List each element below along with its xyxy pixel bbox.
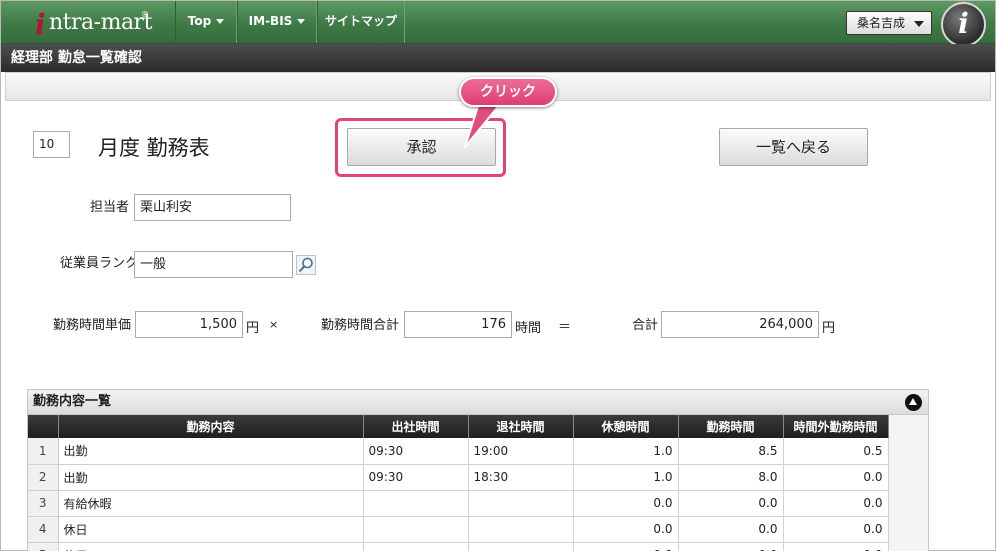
check-out-cell: 19:00 [468,438,574,465]
overtime-cell: 0.0 [783,542,889,551]
row-number: 5 [28,542,59,551]
total-label: 合計 [632,318,659,333]
column-header[interactable]: 退社時間 [468,415,574,438]
unit-price-label: 勤務時間単価 [53,318,132,333]
table-row[interactable]: 2 出勤 09:30 18:30 1.0 8.0 0.0 [28,464,889,491]
row-number: 4 [28,516,59,543]
hours-total-field[interactable]: 176 [404,311,512,338]
panel-title: 勤務内容一覧 [28,390,928,415]
break-cell: 1.0 [573,438,679,465]
sheet-heading: 月度 勤務表 [98,136,210,160]
table-row[interactable]: 5 休日 0.0 0.0 0.0 [28,542,889,551]
check-in-cell [363,490,469,517]
check-in-cell [363,542,469,551]
check-out-cell [468,516,574,543]
overtime-cell: 0.0 [783,464,889,491]
callout-pointer [464,102,502,148]
unit-price-unit: 円 [246,321,260,336]
chevron-down-icon [216,19,225,24]
work-details-panel: 勤務内容一覧 勤務内容 出社時間 退社時間 休憩時間 勤務時間 時間外勤務時間 … [27,389,929,551]
person-label: 担当者 [90,200,130,215]
check-in-cell: 09:30 [363,464,469,491]
work-details-table: 勤務内容 出社時間 退社時間 休憩時間 勤務時間 時間外勤務時間 1 出勤 09… [28,415,889,551]
check-in-cell: 09:30 [363,438,469,465]
logo-i: i [35,8,46,41]
row-number: 1 [28,438,59,465]
column-header[interactable]: 勤務時間 [678,415,784,438]
work-type-cell: 休日 [58,516,364,543]
break-cell: 0.0 [573,542,679,551]
rank-field[interactable]: 一般 [134,251,293,278]
search-icon[interactable] [296,255,316,275]
break-cell: 1.0 [573,464,679,491]
table-header-row: 勤務内容 出社時間 退社時間 休憩時間 勤務時間 時間外勤務時間 [28,415,889,438]
hours-total-label: 勤務時間合計 [321,318,400,333]
work-hours-cell: 0.0 [678,490,784,517]
click-callout: クリック [459,77,557,107]
rank-label: 従業員ランク [60,256,139,271]
user-name: 桑名吉成 [857,16,906,30]
nav-im-bis[interactable]: IM-BIS [237,1,317,43]
nav-sitemap-label: サイトマップ [324,14,397,28]
logo-text: ntra-mart [49,10,152,35]
overtime-cell: 0.5 [783,438,889,465]
page-title: 経理部 勤怠一覧確認 [1,44,995,72]
multiply-sign: × [269,318,279,331]
nav-top-label: Top [187,14,212,28]
work-type-cell: 出勤 [58,464,364,491]
chevron-down-icon [914,21,924,27]
top-navigation-bar: i ntra-mart ® Top IM-BIS サイトマップ 桑名吉成 i [1,1,995,47]
work-type-cell: 出勤 [58,438,364,465]
hours-unit: 時間 [515,321,542,336]
check-out-cell [468,542,574,551]
total-field[interactable]: 264,000 [661,311,819,338]
back-to-list-button[interactable]: 一覧へ戻る [719,128,868,166]
check-out-cell [468,490,574,517]
work-hours-cell: 0.0 [678,542,784,551]
table-row[interactable]: 1 出勤 09:30 19:00 1.0 8.5 0.5 [28,438,889,465]
month-input[interactable]: 10 [33,131,70,158]
nav-im-bis-label: IM-BIS [248,14,293,28]
person-field[interactable]: 栗山利安 [134,194,291,221]
overtime-cell: 0.0 [783,516,889,543]
check-in-cell [363,516,469,543]
row-number: 3 [28,490,59,517]
nav-sitemap[interactable]: サイトマップ [317,1,405,43]
chevron-down-icon [297,19,306,24]
column-header-index [28,415,59,438]
column-header[interactable]: 勤務内容 [58,415,364,438]
break-cell: 0.0 [573,490,679,517]
total-unit: 円 [822,321,836,336]
work-hours-cell: 0.0 [678,516,784,543]
work-hours-cell: 8.5 [678,438,784,465]
intra-mart-logo[interactable]: i ntra-mart ® [11,6,173,41]
column-header[interactable]: 出社時間 [363,415,469,438]
work-type-cell: 休日 [58,542,364,551]
panel-title-text: 勤務内容一覧 [33,394,112,409]
work-hours-cell: 8.0 [678,464,784,491]
table-row[interactable]: 3 有給休暇 0.0 0.0 0.0 [28,490,889,517]
table-row[interactable]: 4 休日 0.0 0.0 0.0 [28,516,889,543]
check-out-cell: 18:30 [468,464,574,491]
equals-sign: ＝ [558,320,572,335]
row-number: 2 [28,464,59,491]
info-button[interactable]: i [941,2,986,47]
user-menu-dropdown[interactable]: 桑名吉成 [846,11,932,35]
break-cell: 0.0 [573,516,679,543]
overtime-cell: 0.0 [783,490,889,517]
work-type-cell: 有給休暇 [58,490,364,517]
unit-price-field[interactable]: 1,500 [135,311,243,338]
info-icon: i [958,7,969,40]
nav-top[interactable]: Top [175,1,237,43]
column-header[interactable]: 時間外勤務時間 [783,415,889,438]
column-header[interactable]: 休憩時間 [573,415,679,438]
logo-registered-mark: ® [141,10,149,19]
collapse-up-icon[interactable] [905,394,922,411]
